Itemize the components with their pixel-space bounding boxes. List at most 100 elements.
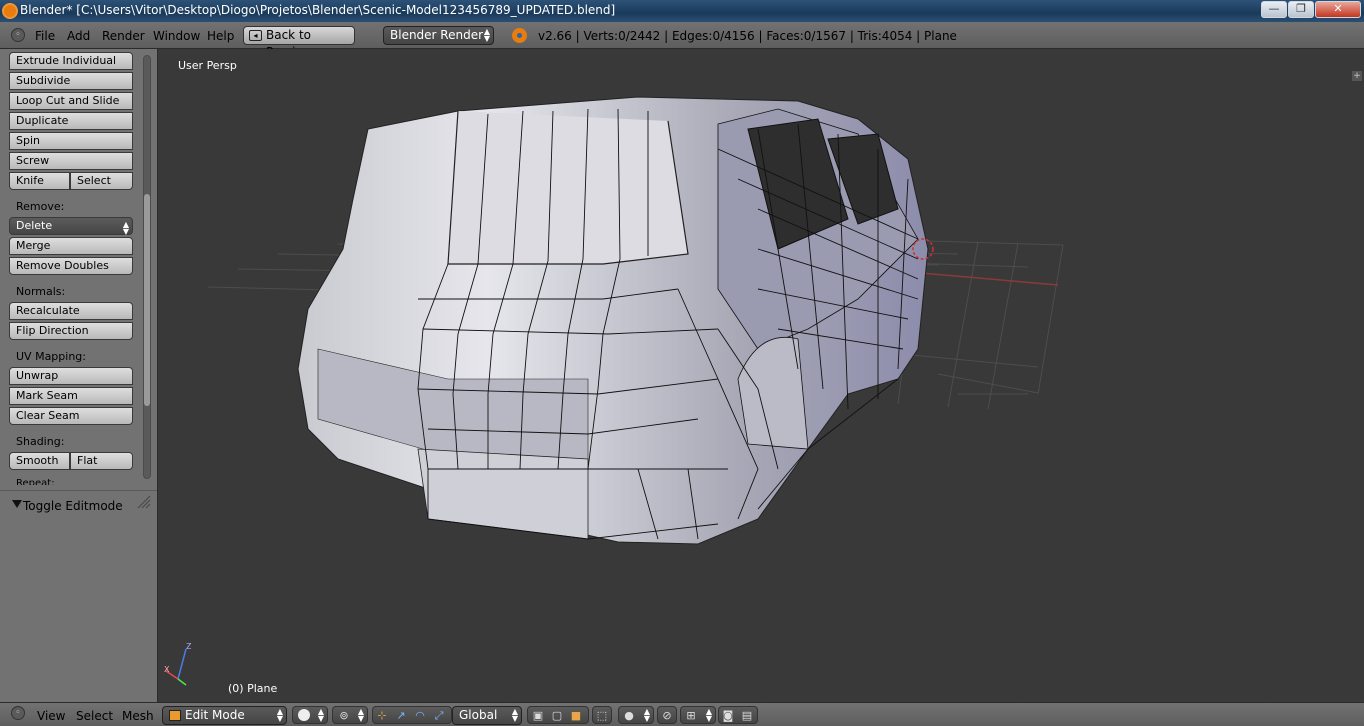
mode-label: Edit Mode	[185, 708, 245, 722]
minimize-button[interactable]: —	[1261, 1, 1287, 18]
flat-button[interactable]: Flat	[70, 452, 133, 470]
dropdown-arrows-icon: ▲ ▼	[122, 220, 129, 236]
dropdown-arrows-icon: ▲ ▼	[357, 707, 364, 723]
snap-increment-icon: ⊞	[686, 709, 696, 722]
remove-doubles-button[interactable]: Remove Doubles	[9, 257, 133, 275]
screw-button[interactable]: Screw	[9, 152, 133, 170]
edge-select-icon[interactable]: ▢	[550, 709, 564, 722]
dropdown-arrows-icon: ▲ ▼	[317, 707, 324, 723]
menu-view[interactable]: View	[37, 709, 65, 723]
menu-add[interactable]: Add	[67, 29, 90, 43]
dropdown-arrows-icon: ▲ ▼	[705, 707, 712, 723]
menu-render[interactable]: Render	[102, 29, 145, 43]
uv-mapping-heading: UV Mapping:	[16, 350, 86, 363]
rotate-icon[interactable]: ◠	[413, 709, 427, 722]
3d-viewport[interactable]: Z X User Persp (0) Plane +	[158, 49, 1364, 702]
opengl-anim-icon[interactable]: ▤	[740, 709, 754, 722]
vertex-select-icon[interactable]: ▣	[531, 709, 545, 722]
view-name: User Persp	[178, 59, 237, 72]
subdivide-button[interactable]: Subdivide	[9, 72, 133, 90]
orientation-label: Global	[459, 708, 498, 722]
properties-toggle-icon[interactable]: +	[1352, 71, 1362, 81]
tool-shelf: Extrude Individual Subdivide Loop Cut an…	[0, 49, 158, 702]
normals-heading: Normals:	[16, 285, 66, 298]
manipulator-group: ⊹ ↗ ◠ ⤢	[372, 706, 452, 724]
viewport-scene: Z X	[164, 96, 1064, 686]
smooth-button[interactable]: Smooth	[9, 452, 70, 470]
delete-label: Delete	[16, 219, 53, 232]
operator-panel: Toggle Editmode	[0, 490, 157, 702]
knife-button[interactable]: Knife	[9, 172, 70, 190]
manipulator-toggle-icon[interactable]: ⊹	[375, 709, 389, 722]
back-to-previous-button[interactable]: ◂ Back to Previous	[243, 26, 355, 59]
menu-window[interactable]: Window	[153, 29, 200, 43]
maximize-button[interactable]: ❐	[1288, 1, 1314, 18]
solid-shading-icon	[298, 709, 310, 721]
magnet-icon: ⊘	[662, 709, 672, 722]
pivot-icon: ⊚	[339, 709, 349, 722]
panel-collapse-icon[interactable]	[12, 500, 22, 508]
view-axes-gizmo: Z X	[164, 642, 192, 686]
menu-help[interactable]: Help	[207, 29, 234, 43]
back-icon: ◂	[249, 30, 262, 41]
render-buttons-group: ◙ ▤	[718, 706, 758, 724]
dropdown-arrows-icon: ▲ ▼	[276, 707, 283, 723]
orientation-dropdown[interactable]: Global ▲ ▼	[452, 706, 522, 725]
blender-logo-icon	[2, 3, 18, 19]
scale-icon[interactable]: ⤢	[432, 709, 446, 722]
snap-element-dropdown[interactable]: ⊞ ▲ ▼	[680, 706, 716, 724]
edit-mode-icon	[169, 710, 181, 721]
repeat-heading: Repeat:	[16, 478, 55, 485]
delete-dropdown[interactable]: Delete ▲ ▼	[9, 217, 133, 236]
knife-select-button[interactable]: Select	[70, 172, 133, 190]
pivot-point-dropdown[interactable]: ⊚ ▲ ▼	[332, 706, 368, 724]
3d-view-header: ◦ View Select Mesh Edit Mode ▲ ▼ ▲ ▼ ⊚ ▲ ▼ …	[0, 702, 1364, 726]
render-engine-label: Blender Render	[390, 28, 484, 42]
scene-stats: v2.66 | Verts:0/2442 | Edges:0/4156 | Fa…	[538, 29, 957, 43]
clear-seam-button[interactable]: Clear Seam	[9, 407, 133, 425]
dropdown-arrows-icon: ▲ ▼	[483, 27, 490, 43]
occlude-geometry-icon: ⬚	[596, 709, 608, 722]
shading-heading: Shading:	[16, 435, 65, 448]
spin-button[interactable]: Spin	[9, 132, 133, 150]
window-title: Blender* [C:\Users\Vitor\Desktop\Diogo\P…	[20, 3, 616, 17]
tool-shelf-scrollbar[interactable]	[143, 55, 151, 479]
menu-select[interactable]: Select	[76, 709, 113, 723]
opengl-render-icon[interactable]: ◙	[721, 709, 735, 722]
proportional-edit-dropdown[interactable]: ● ▲ ▼	[618, 706, 654, 724]
svg-text:Z: Z	[186, 642, 192, 651]
loop-cut-button[interactable]: Loop Cut and Slide	[9, 92, 133, 110]
menu-file[interactable]: File	[35, 29, 55, 43]
close-button[interactable]: ✕	[1315, 1, 1361, 18]
scrollbar-thumb[interactable]	[144, 194, 150, 406]
recalculate-button[interactable]: Recalculate	[9, 302, 133, 320]
svg-text:X: X	[164, 665, 170, 674]
snap-toggle-button[interactable]: ⊘	[657, 706, 677, 724]
panel-drag-icon[interactable]	[136, 495, 152, 509]
menu-mesh[interactable]: Mesh	[122, 709, 154, 723]
face-select-icon[interactable]: ■	[569, 709, 583, 722]
viewport-shading-dropdown[interactable]: ▲ ▼	[292, 706, 328, 724]
select-mode-group: ▣ ▢ ■	[527, 706, 589, 724]
mark-seam-button[interactable]: Mark Seam	[9, 387, 133, 405]
extrude-individual-button[interactable]: Extrude Individual	[9, 52, 133, 70]
render-engine-dropdown[interactable]: Blender Render ▲ ▼	[383, 26, 494, 45]
duplicate-button[interactable]: Duplicate	[9, 112, 133, 130]
dropdown-arrows-icon: ▲ ▼	[511, 707, 518, 723]
limit-selection-button[interactable]: ⬚	[592, 706, 612, 724]
mode-dropdown[interactable]: Edit Mode ▲ ▼	[162, 706, 287, 725]
merge-button[interactable]: Merge	[9, 237, 133, 255]
dropdown-arrows-icon: ▲ ▼	[643, 707, 650, 723]
unwrap-button[interactable]: Unwrap	[9, 367, 133, 385]
editor-type-icon[interactable]: ◦	[11, 706, 25, 720]
translate-icon[interactable]: ↗	[394, 709, 408, 722]
proportional-edit-icon: ●	[624, 709, 634, 722]
operator-panel-title[interactable]: Toggle Editmode	[23, 499, 123, 513]
info-header: ◦ File Add Render Window Help ◂ Back to …	[0, 22, 1364, 59]
remove-heading: Remove:	[16, 200, 65, 213]
active-object-label: (0) Plane	[228, 682, 278, 695]
window-titlebar: Blender* [C:\Users\Vitor\Desktop\Diogo\P…	[0, 0, 1364, 22]
editor-type-icon[interactable]: ◦	[11, 28, 25, 42]
blender-icon	[512, 28, 527, 43]
flip-direction-button[interactable]: Flip Direction	[9, 322, 133, 340]
